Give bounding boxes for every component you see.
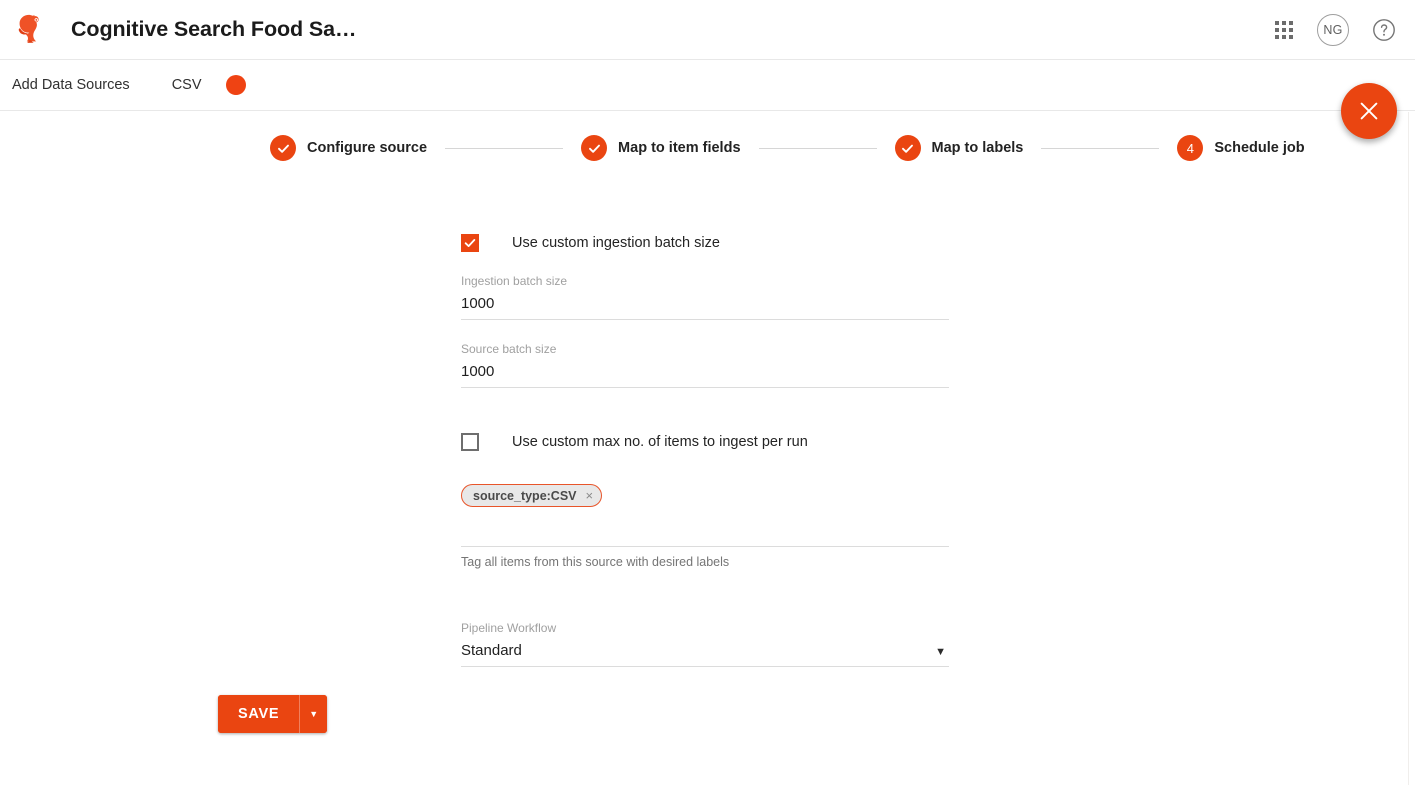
use-custom-max-items-checkbox[interactable]: Use custom max no. of items to ingest pe… <box>461 433 949 451</box>
step-label: Map to labels <box>931 140 1024 156</box>
source-type-label: CSV <box>171 77 202 93</box>
step-label: Configure source <box>307 140 428 156</box>
apps-grid-icon[interactable] <box>1273 19 1295 41</box>
step-connector <box>758 147 877 149</box>
label-chip[interactable]: source_type:CSV × <box>461 484 603 507</box>
labels-helper-text: Tag all items from this source with desi… <box>461 555 730 569</box>
stepper: Configure source Map to item fields Map … <box>0 111 1415 161</box>
checkbox-unchecked-icon <box>461 433 479 451</box>
squirrel-logo-icon[interactable] <box>10 11 48 49</box>
stepper-step-schedule-job[interactable]: 4 Schedule job <box>1177 135 1305 161</box>
app-bar: Cognitive Search Food Sa… NG <box>0 0 1415 60</box>
help-circle-icon[interactable] <box>1371 17 1397 43</box>
breadcrumb: Add Data Sources <box>12 77 130 93</box>
check-icon <box>588 144 600 153</box>
chip-remove-icon[interactable]: × <box>586 489 594 502</box>
scrollbar-track[interactable] <box>1408 112 1409 785</box>
ingestion-batch-size-label: Ingestion batch size <box>461 274 568 288</box>
step-marker-complete <box>581 135 608 161</box>
source-batch-size-input[interactable] <box>461 363 949 380</box>
close-button[interactable] <box>1341 83 1397 139</box>
step-marker-complete <box>894 135 921 161</box>
pipeline-workflow-select[interactable]: Pipeline Workflow Standard ▼ <box>461 621 949 667</box>
checkbox-label: Use custom max no. of items to ingest pe… <box>512 434 808 450</box>
check-icon <box>277 144 289 153</box>
close-icon <box>1360 102 1378 120</box>
save-options-dropdown-button[interactable]: ▼ <box>299 695 328 733</box>
schedule-job-form: Use custom ingestion batch size Ingestio… <box>461 161 949 667</box>
appbar-actions: NG <box>1273 13 1397 46</box>
pipeline-workflow-label: Pipeline Workflow <box>461 621 557 635</box>
save-button[interactable]: SAVE <box>218 695 300 733</box>
source-batch-size-label: Source batch size <box>461 342 557 356</box>
step-label: Schedule job <box>1214 140 1305 156</box>
step-marker-active: 4 <box>1177 135 1204 161</box>
chevron-down-icon: ▼ <box>309 709 319 719</box>
stepper-step-map-to-item-fields[interactable]: Map to item fields <box>581 135 741 161</box>
ingestion-batch-size-field[interactable]: Ingestion batch size <box>461 274 949 320</box>
sub-header: Add Data Sources CSV <box>0 60 1415 111</box>
check-icon <box>902 144 913 153</box>
labels-chip-field[interactable]: source_type:CSV × <box>461 484 949 547</box>
step-label: Map to item fields <box>618 140 741 156</box>
page-title: Cognitive Search Food Sa… <box>71 17 357 41</box>
chevron-down-icon[interactable]: ▼ <box>935 647 946 658</box>
use-custom-ingestion-batch-size-checkbox[interactable]: Use custom ingestion batch size <box>461 234 949 252</box>
stepper-step-configure-source[interactable]: Configure source <box>270 135 427 161</box>
source-batch-size-field[interactable]: Source batch size <box>461 342 949 388</box>
avatar-initials: NG <box>1323 22 1343 37</box>
pipeline-workflow-value: Standard <box>461 642 522 659</box>
step-connector <box>445 147 564 149</box>
step-marker-complete <box>270 135 296 161</box>
save-button-group: SAVE ▼ <box>218 695 328 733</box>
status-badge <box>225 75 246 95</box>
avatar[interactable]: NG <box>1317 13 1349 46</box>
label-chip-text: source_type:CSV <box>473 488 577 503</box>
checkbox-checked-icon <box>461 234 479 252</box>
ingestion-batch-size-input[interactable] <box>461 295 949 312</box>
step-connector <box>1041 147 1160 149</box>
checkbox-label: Use custom ingestion batch size <box>512 235 720 251</box>
stepper-step-map-to-labels[interactable]: Map to labels <box>894 135 1024 161</box>
